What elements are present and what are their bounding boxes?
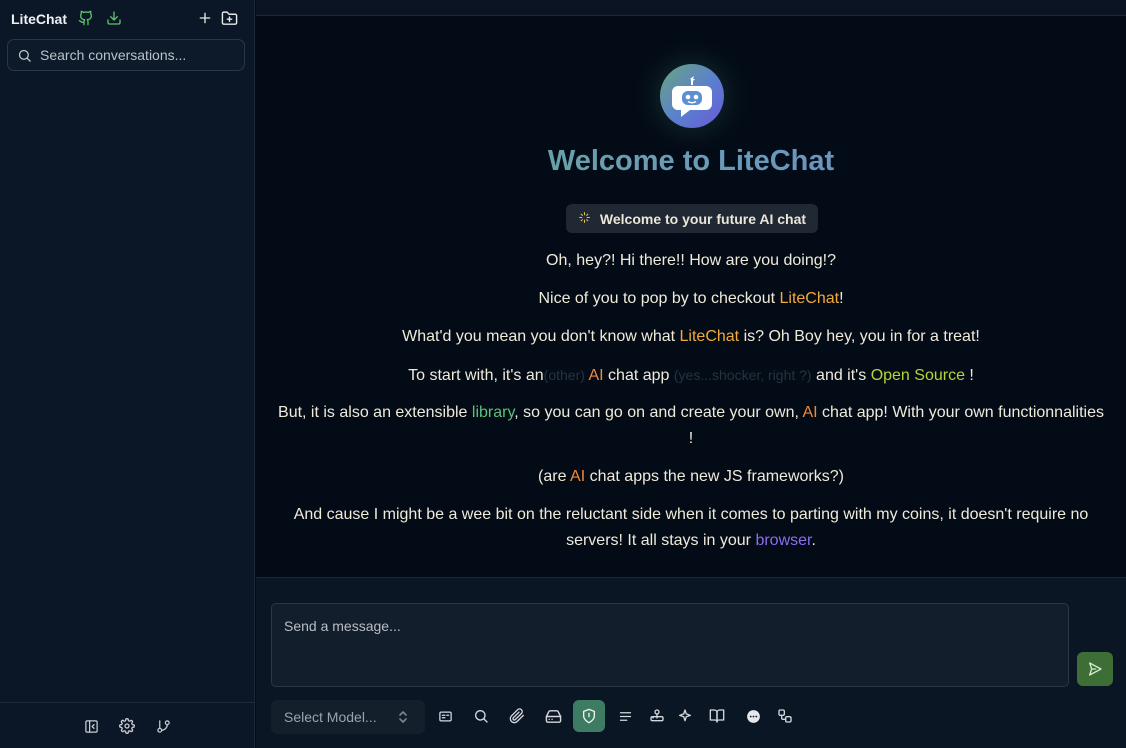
scroll-fade (256, 565, 1126, 577)
text-span: ! (964, 367, 974, 384)
welcome-paragraph: But, it is also an extensible library, s… (276, 400, 1106, 452)
text-span: , so you can go on and create your own, (514, 404, 803, 421)
welcome-paragraph: What'd you mean you don't know what Lite… (276, 324, 1106, 350)
dim-text: (other) (543, 367, 585, 383)
model-select[interactable]: Select Model... (271, 700, 425, 734)
search-icon (17, 48, 32, 68)
top-bar (256, 0, 1126, 16)
text-span: What'd you mean you don't know what (402, 328, 680, 345)
prompt-library-button[interactable] (701, 700, 733, 732)
attach-button[interactable] (501, 700, 533, 732)
brand-text: LiteChat (679, 328, 740, 345)
welcome-paragraph: Oh, hey?! Hi there!! How are you doing!? (546, 252, 836, 269)
browser-text: browser (755, 532, 812, 549)
sidebar: LiteChat (0, 0, 255, 748)
sidebar-collapse-icon[interactable] (83, 718, 99, 734)
ai-text: AI (570, 468, 586, 485)
open-source-text: Open Source (870, 367, 965, 384)
gear-icon[interactable] (119, 718, 135, 734)
git-branch-icon[interactable] (155, 718, 171, 734)
ai-text: AI (588, 367, 604, 384)
folder-plus-icon (221, 10, 237, 25)
welcome-paragraph: To start with, it's an(other) AI chat ap… (276, 362, 1106, 389)
text-span: To start with, it's an (408, 367, 544, 384)
sparkles-button[interactable] (669, 700, 701, 732)
brand-text: LiteChat (779, 290, 840, 307)
search-tool-button[interactable] (465, 700, 497, 732)
welcome-pill-text: Welcome to your future AI chat (599, 210, 807, 227)
message-box (271, 603, 1069, 687)
sparkles-icon (578, 211, 591, 227)
text-span: and it's (811, 367, 871, 384)
text-span: . (811, 532, 816, 549)
send-button[interactable] (1077, 652, 1113, 686)
welcome-pill: Welcome to your future AI chat (566, 204, 818, 233)
message-input[interactable] (272, 604, 1068, 686)
text-span: chat app (603, 367, 674, 384)
paperclip-icon (509, 708, 524, 724)
context-tool-button[interactable] (429, 700, 461, 732)
sidebar-footer (0, 702, 254, 748)
id-card-icon (438, 711, 452, 721)
text-span: is? Oh Boy hey, you in for a treat! (739, 328, 980, 345)
new-folder-button[interactable] (220, 9, 238, 27)
text-span: But, it is also an extensible (278, 404, 472, 421)
shield-icon (583, 708, 595, 724)
sparkles-icon (679, 709, 691, 722)
storage-button[interactable] (537, 700, 569, 732)
shield-toggle-button[interactable] (573, 700, 605, 732)
chevrons-up-down-icon (397, 709, 409, 730)
message-circle-icon (746, 709, 760, 723)
plus-icon (199, 12, 211, 24)
new-chat-button[interactable] (196, 9, 214, 27)
dim-text: (yes...shocker, right ?) (673, 367, 812, 383)
text-format-button[interactable] (609, 700, 641, 732)
text-span: chat apps the new JS frameworks?) (585, 468, 844, 485)
search-box (7, 39, 245, 71)
chat-button[interactable] (737, 700, 769, 732)
search-icon (475, 710, 488, 723)
text-span: And cause I might be a wee bit on the re… (293, 506, 1089, 549)
bot-logo-icon (660, 64, 724, 128)
align-left-icon (619, 711, 631, 721)
search-input[interactable] (40, 40, 240, 70)
app-title: LiteChat (11, 11, 67, 27)
ai-text: AI (802, 404, 818, 421)
welcome-paragraph: And cause I might be a wee bit on the re… (276, 502, 1106, 554)
joystick-icon (650, 709, 664, 722)
hard-drive-icon (545, 709, 561, 723)
github-icon[interactable] (77, 9, 95, 27)
welcome-paragraph: (are AI chat apps the new JS frameworks?… (276, 464, 1106, 490)
download-icon[interactable] (105, 9, 123, 27)
main-panel: Welcome to LiteChat Welcome to your futu… (256, 0, 1126, 748)
library-text: library (471, 404, 515, 421)
welcome-title: Welcome to LiteChat (256, 145, 1126, 178)
workflow-icon (778, 709, 792, 723)
book-open-icon (709, 709, 725, 723)
composer: Select Model... (256, 577, 1126, 748)
welcome-screen: Welcome to LiteChat Welcome to your futu… (256, 17, 1126, 577)
text-span: (are (538, 468, 571, 485)
sidebar-header: LiteChat (0, 0, 254, 38)
model-select-label: Select Model... (284, 709, 377, 725)
send-icon (1089, 662, 1102, 676)
text-span: Nice of you to pop by to checkout (538, 290, 780, 307)
workflow-button[interactable] (769, 700, 801, 732)
text-span: ! (839, 290, 844, 307)
welcome-paragraph: Nice of you to pop by to checkout LiteCh… (276, 286, 1106, 312)
